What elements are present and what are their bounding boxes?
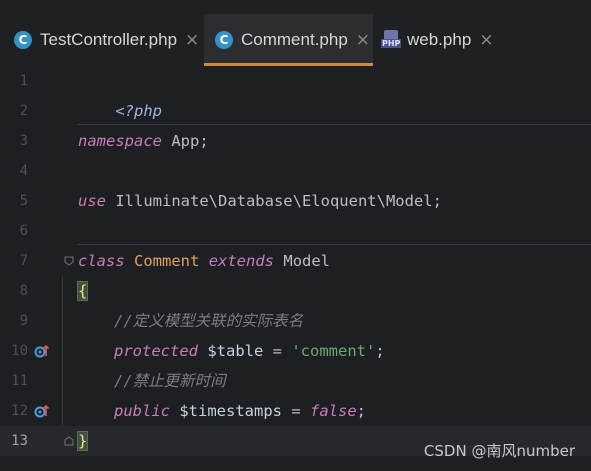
code-line-11[interactable]: //禁止更新时间 (114, 366, 226, 396)
overrides-marker-icon[interactable] (34, 403, 50, 419)
public-keyword: public (114, 402, 170, 420)
close-icon[interactable]: × (479, 30, 493, 50)
line-number: 8 (19, 283, 28, 299)
namespace-keyword: namespace (78, 132, 162, 150)
overrides-marker-icon[interactable] (34, 343, 50, 359)
code-line-5[interactable]: use Illuminate\Database\Eloquent\Model; (78, 186, 442, 216)
close-icon[interactable]: × (185, 30, 199, 50)
code-line-13[interactable]: } (76, 426, 89, 456)
line-number: 11 (11, 373, 28, 389)
tab-label: TestController.php (40, 30, 178, 49)
comment-text: //定义模型关联的实际表名 (114, 312, 304, 330)
class-c-icon: C (215, 31, 233, 49)
php-file-icon: PHP (381, 30, 402, 50)
assign-operator: = (263, 342, 292, 360)
line-number: 5 (19, 193, 28, 209)
tab-label: Comment.php (241, 30, 348, 49)
fold-marker-icon[interactable] (64, 436, 74, 446)
false-literal: false (310, 402, 357, 420)
open-brace: { (76, 281, 89, 301)
code-line-7[interactable]: class Comment extends Model (78, 246, 330, 276)
semicolon: ; (375, 342, 385, 360)
protected-keyword: protected (114, 342, 198, 360)
tab-testcontroller[interactable]: C TestController.php × (0, 14, 204, 66)
use-keyword: use (78, 192, 106, 210)
assign-operator: = (282, 402, 310, 420)
code-line-10[interactable]: protected $table = 'comment'; (114, 336, 385, 366)
line-number: 10 (11, 343, 28, 359)
close-icon[interactable]: × (356, 30, 370, 50)
watermark: CSDN @南风number (423, 442, 575, 460)
code-line-3[interactable]: namespace App; (78, 126, 209, 156)
class-c-icon: C (14, 31, 32, 49)
extends-keyword: extends (208, 252, 275, 270)
method-separator (78, 244, 591, 245)
fold-guide (62, 276, 63, 426)
timestamps-variable: $timestamps (179, 402, 282, 420)
parent-class: Model (283, 252, 331, 270)
code-line-1[interactable]: <?php (78, 66, 162, 120)
table-variable: $table (207, 342, 264, 360)
use-path: Illuminate\Database\Eloquent\Model; (106, 192, 442, 210)
tab-web[interactable]: PHP web.php × (373, 14, 503, 66)
line-number: 4 (19, 163, 28, 179)
code-line-8[interactable]: { (76, 276, 89, 306)
tab-comment[interactable]: C Comment.php × (204, 14, 373, 66)
php-open-tag: <?php (115, 102, 162, 120)
class-name: Comment (134, 252, 200, 270)
close-brace: } (76, 431, 89, 451)
line-number: 12 (11, 403, 28, 419)
code-editor[interactable]: 1 2 3 4 5 6 7 8 9 10 11 12 13 <?php name… (0, 66, 591, 471)
comment-text: //禁止更新时间 (114, 372, 226, 390)
line-number: 3 (19, 133, 28, 149)
fold-marker-icon[interactable] (64, 256, 74, 266)
tab-label: web.php (407, 30, 472, 49)
table-string: 'comment' (291, 342, 376, 360)
line-number-current: 13 (11, 433, 28, 449)
namespace-name: App; (162, 132, 209, 150)
class-keyword: class (78, 252, 125, 270)
line-number: 6 (19, 223, 28, 239)
line-number: 2 (19, 103, 28, 119)
semicolon: ; (356, 402, 367, 420)
line-number: 9 (19, 313, 28, 329)
line-number: 7 (19, 253, 28, 269)
line-number: 1 (19, 73, 28, 89)
editor-tab-bar: C TestController.php × C Comment.php × P… (0, 0, 591, 66)
code-line-9[interactable]: //定义模型关联的实际表名 (114, 306, 303, 336)
code-line-12[interactable]: public $timestamps = false; (114, 396, 366, 426)
